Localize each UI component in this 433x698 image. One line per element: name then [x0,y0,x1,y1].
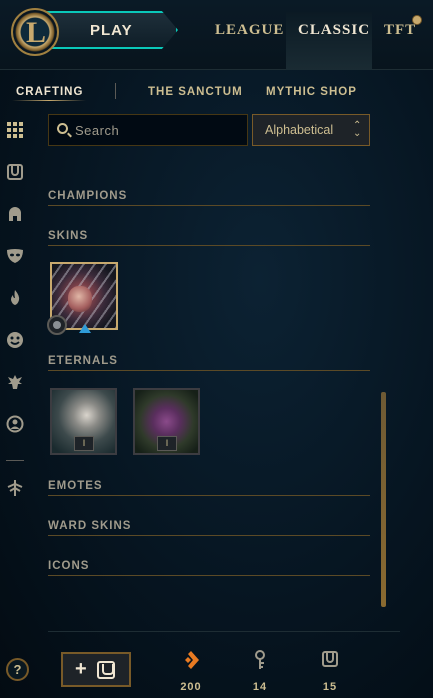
section-emotes[interactable]: EMOTES [48,476,370,496]
orange-essence-value: 200 [180,681,202,693]
key-icon [240,650,280,672]
scrollbar-thumb[interactable] [381,392,386,607]
eternal-series-badge: I [74,436,94,451]
search-box[interactable] [48,114,248,146]
section-title: EMOTES [48,480,103,492]
section-icons[interactable]: ICONS [48,556,370,576]
helmet-icon[interactable] [5,205,25,225]
emote-face-icon[interactable] [5,331,25,351]
grid-icon[interactable] [5,121,25,141]
key-counter: 14 [240,650,280,693]
play-button-label: PLAY [90,22,133,39]
skin-art-face [68,286,92,312]
eternal-series-badge: I [157,436,177,451]
profile-icon[interactable] [5,415,25,435]
section-title: WARD SKINS [48,520,132,532]
section-title: CHAMPIONS [48,190,128,202]
flame-icon[interactable] [5,289,25,309]
nav-tab-league[interactable]: LEAGUE [215,22,284,39]
search-input[interactable] [75,120,243,140]
chest-icon [97,661,115,679]
subtab-mythic-shop[interactable]: MYTHIC SHOP [266,86,357,98]
rune-icon[interactable] [5,479,25,499]
chest-icon [310,650,350,672]
sidebar-divider [6,460,24,461]
orange-essence-icon [171,650,211,672]
active-nav-highlight [286,12,372,70]
active-subtab-underline [12,100,86,101]
footer-divider [48,631,400,632]
add-loot-button[interactable]: + [61,652,131,687]
chevron-updown-icon: ⌃ ⌄ [353,120,362,139]
subtab-crafting[interactable]: CRAFTING [16,86,83,98]
league-logo-icon[interactable]: L [11,8,59,56]
help-button[interactable]: ? [6,658,29,681]
section-ward-skins[interactable]: WARD SKINS [48,516,370,536]
rarity-triangle-icon [79,324,91,333]
nav-tab-tft[interactable]: TFT [384,22,416,39]
sort-selected-value: Alphabetical [265,123,334,137]
section-eternals[interactable]: ETERNALS [48,351,370,371]
subnav-divider [115,83,116,99]
play-button[interactable]: PLAY [44,11,178,49]
orange-essence-counter: 200 [171,650,211,693]
section-title: SKINS [48,230,89,242]
nav-tab-classic[interactable]: CLASSIC [298,22,370,39]
search-icon [57,123,68,134]
section-title: ICONS [48,560,90,572]
chroma-badge-icon [47,315,67,335]
section-skins[interactable]: SKINS [48,226,370,246]
key-value: 14 [252,681,268,693]
sort-dropdown[interactable]: Alphabetical ⌃ ⌄ [252,114,370,146]
section-champions[interactable]: CHAMPIONS [48,186,370,206]
plus-icon: + [75,658,87,680]
ward-totem-icon[interactable] [5,373,25,393]
chest-icon[interactable] [5,163,25,183]
subtab-the-sanctum[interactable]: THE SANCTUM [148,86,243,98]
mask-icon[interactable] [5,247,25,267]
eternal-tile[interactable]: I [133,388,200,455]
chest-counter: 15 [310,650,350,693]
notification-dot [412,15,422,25]
eternal-tile[interactable]: I [50,388,117,455]
chest-value: 15 [322,681,338,693]
section-title: ETERNALS [48,355,118,367]
